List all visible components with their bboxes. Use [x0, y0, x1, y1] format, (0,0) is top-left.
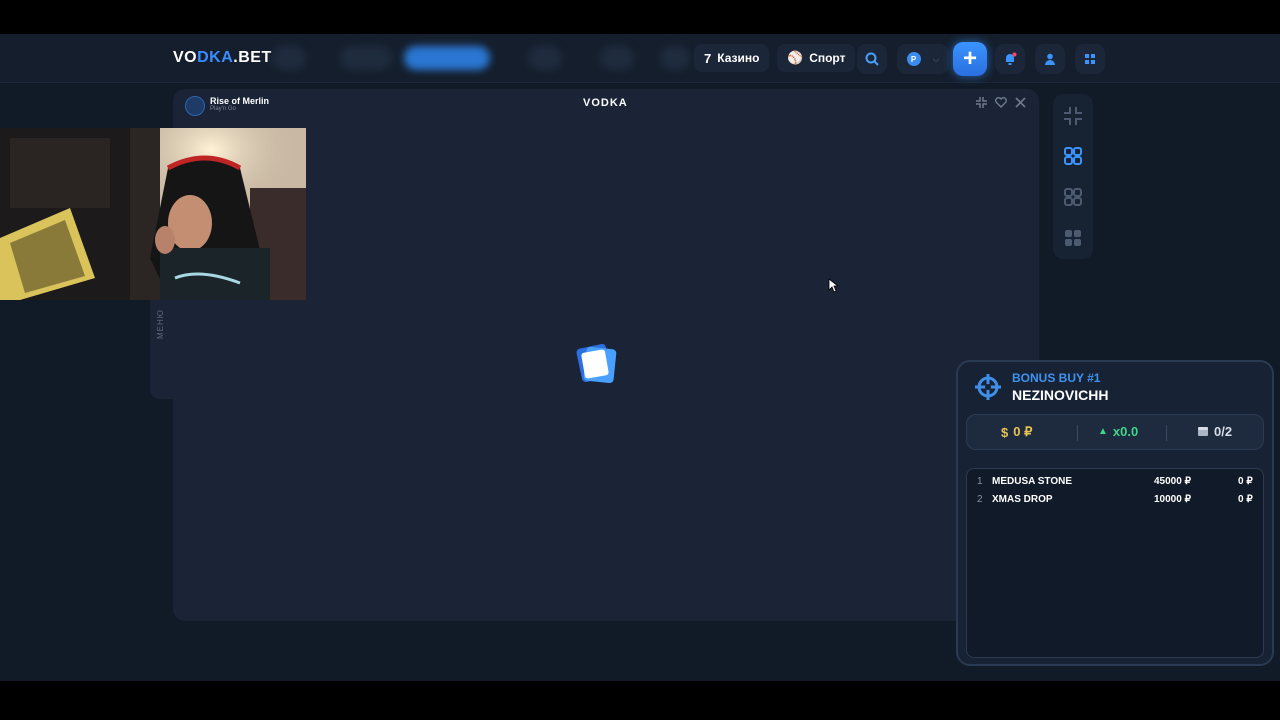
nav-item-blurred[interactable] — [660, 46, 690, 70]
mouse-cursor-icon — [828, 278, 838, 293]
deposit-button[interactable]: + — [953, 42, 987, 76]
top-navigation: VODKA.BET 7 Казино ⚾ Спорт P ⌵ + — [0, 34, 1280, 83]
user-icon — [1045, 53, 1055, 65]
table-row: 2 XMAS DROP 10000 ₽ 0 ₽ — [967, 494, 1265, 510]
game-provider-logo — [185, 96, 205, 116]
game-title: Rise of Merlin — [210, 96, 270, 106]
casino-button[interactable]: 7 Казино — [694, 44, 770, 72]
game-provider: Play'n Go — [210, 106, 236, 112]
progress-value: 0/2 — [1214, 424, 1233, 439]
profile-button[interactable] — [1035, 44, 1065, 74]
bonus-stats: $ 0 ₽ ▲ x0.0 0/2 — [966, 414, 1264, 450]
bonus-buy-widget: BONUS BUY #1 NEZINOVICHH $ 0 ₽ ▲ x0.0 0/… — [956, 360, 1274, 666]
minimize-icon[interactable] — [976, 97, 987, 111]
close-icon[interactable] — [1015, 97, 1026, 111]
layout-single-icon[interactable] — [1063, 146, 1083, 166]
layout-rail — [1053, 94, 1093, 259]
row-bet: 10000 ₽ — [1154, 494, 1191, 505]
total-value: 0 ₽ — [1013, 424, 1033, 439]
ball-icon: ⚾ — [787, 50, 804, 65]
search-icon — [865, 52, 879, 66]
webcam-image — [0, 128, 306, 300]
row-game: MEDUSA STONE — [992, 476, 1073, 487]
progress-stat: 0/2 — [1197, 424, 1232, 439]
row-number: 2 — [977, 494, 983, 505]
row-number: 1 — [977, 476, 983, 487]
logo-accent: DKA — [197, 49, 234, 66]
logo-tail: .BET — [233, 49, 272, 66]
favorite-icon[interactable] — [995, 97, 1007, 111]
notifications-button[interactable] — [995, 44, 1025, 74]
loading-cards-icon — [576, 343, 617, 384]
row-game: XMAS DROP — [992, 494, 1053, 505]
search-button[interactable] — [857, 44, 887, 74]
casino-label: Казино — [717, 51, 760, 65]
sport-button[interactable]: ⚾ Спорт — [777, 44, 856, 72]
triangle-up-icon: ▲ — [1098, 426, 1108, 437]
nav-item-blurred[interactable] — [272, 46, 306, 70]
grid-icon — [1085, 54, 1095, 64]
currency-badge: P — [906, 52, 921, 66]
nav-item-blurred[interactable] — [600, 46, 634, 70]
table-row: 1 MEDUSA STONE 45000 ₽ 0 ₽ — [967, 476, 1265, 492]
row-win: 0 ₽ — [1238, 494, 1253, 505]
divider — [1166, 425, 1167, 441]
streamer-webcam — [0, 128, 306, 300]
currency-selector[interactable]: P ⌵ — [897, 44, 949, 74]
multiplier-value: x0.0 — [1112, 424, 1139, 439]
row-win: 0 ₽ — [1238, 476, 1253, 487]
bonus-player-name: NEZINOVICHH — [1012, 387, 1109, 403]
bell-icon — [1006, 52, 1017, 65]
multiplier-stat: ▲ x0.0 — [1098, 424, 1138, 439]
row-bet: 45000 ₽ — [1154, 476, 1191, 487]
menu-grid-button[interactable] — [1075, 44, 1105, 74]
nav-item-blurred[interactable] — [528, 46, 562, 70]
logo-part: VO — [173, 49, 198, 66]
dollar-icon: $ — [1001, 424, 1009, 440]
crosshair-icon — [975, 374, 1001, 400]
side-menu-label: МЕНЮ — [156, 309, 165, 339]
collapse-icon[interactable] — [1063, 106, 1083, 126]
chest-icon — [1198, 427, 1208, 436]
nav-item-blurred[interactable] — [340, 46, 392, 70]
layout-quad-icon[interactable] — [1063, 228, 1083, 248]
layout-double-icon[interactable] — [1063, 187, 1083, 207]
sport-label: Спорт — [809, 51, 846, 65]
plus-icon: + — [962, 45, 977, 72]
chevron-down-icon: ⌵ — [932, 53, 940, 64]
divider — [1077, 425, 1078, 441]
brand-logo: VODKA — [583, 97, 628, 109]
seven-icon: 7 — [704, 50, 712, 66]
site-logo[interactable]: VODKA.BET — [173, 49, 272, 67]
bonus-table: 1 MEDUSA STONE 45000 ₽ 0 ₽ 2 XMAS DROP 1… — [966, 468, 1264, 658]
nav-item-blurred-active[interactable] — [404, 46, 490, 70]
total-stat: $ 0 ₽ — [1001, 424, 1032, 440]
bonus-label: BONUS BUY #1 — [1012, 371, 1101, 385]
